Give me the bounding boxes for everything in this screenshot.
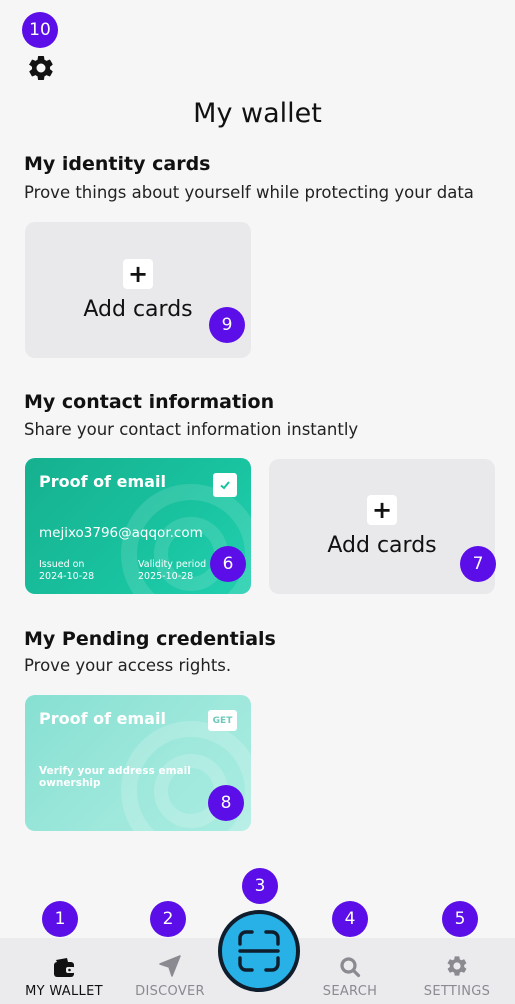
scan-button[interactable] xyxy=(218,910,300,992)
plus-icon: + xyxy=(367,495,397,525)
add-cards-label: Add cards xyxy=(327,533,437,558)
identity-section-title: My identity cards xyxy=(24,153,211,175)
nav-discover[interactable]: DISCOVER xyxy=(120,938,220,1004)
annotation-badge-2: 2 xyxy=(150,901,186,937)
issued-on-label: Issued on xyxy=(39,559,85,570)
contact-section-title: My contact information xyxy=(24,391,275,413)
nav-label: MY WALLET xyxy=(25,984,103,999)
plus-icon: + xyxy=(123,258,153,289)
validity-period-value: 2025-10-28 xyxy=(138,571,194,582)
checkmark-icon xyxy=(213,473,237,497)
nav-label: SEARCH xyxy=(322,984,378,999)
navigation-arrow-icon xyxy=(159,955,181,977)
pending-section-subtitle: Prove your access rights. xyxy=(24,656,232,675)
validity-period-label: Validity period xyxy=(138,559,207,570)
nav-label: DISCOVER xyxy=(135,984,205,999)
annotation-badge-10: 10 xyxy=(22,12,58,48)
issued-on-value: 2024-10-28 xyxy=(39,571,95,582)
add-contact-card-button[interactable]: + Add cards xyxy=(269,459,495,594)
annotation-badge-8: 8 xyxy=(208,785,244,821)
nav-settings[interactable]: SETTINGS xyxy=(407,938,507,1004)
nav-search[interactable]: SEARCH xyxy=(300,938,400,1004)
annotation-badge-4: 4 xyxy=(332,901,368,937)
pending-section-title: My Pending credentials xyxy=(24,628,276,650)
card-email: mejixo3796@aqqor.com xyxy=(39,525,203,541)
contact-section-subtitle: Share your contact information instantly xyxy=(24,420,359,439)
page-title: My wallet xyxy=(193,98,322,129)
annotation-badge-9: 9 xyxy=(209,307,245,343)
gear-icon[interactable] xyxy=(26,53,56,83)
annotation-badge-1: 1 xyxy=(42,901,78,937)
scan-frame-icon xyxy=(238,930,280,972)
get-button[interactable]: GET xyxy=(208,710,237,731)
gear-icon xyxy=(447,956,467,976)
annotation-badge-6: 6 xyxy=(210,546,246,582)
add-cards-label: Add cards xyxy=(83,296,193,322)
card-title: Proof of email xyxy=(39,709,166,728)
identity-section-subtitle: Prove things about yourself while protec… xyxy=(24,183,474,202)
annotation-badge-7: 7 xyxy=(460,546,496,582)
search-icon xyxy=(340,957,361,978)
nav-my-wallet[interactable]: MY WALLET xyxy=(14,938,114,1004)
nav-label: SETTINGS xyxy=(423,984,491,999)
wallet-icon xyxy=(54,958,75,977)
annotation-badge-3: 3 xyxy=(242,868,278,904)
card-title: Proof of email xyxy=(39,472,166,491)
annotation-badge-5: 5 xyxy=(442,901,478,937)
